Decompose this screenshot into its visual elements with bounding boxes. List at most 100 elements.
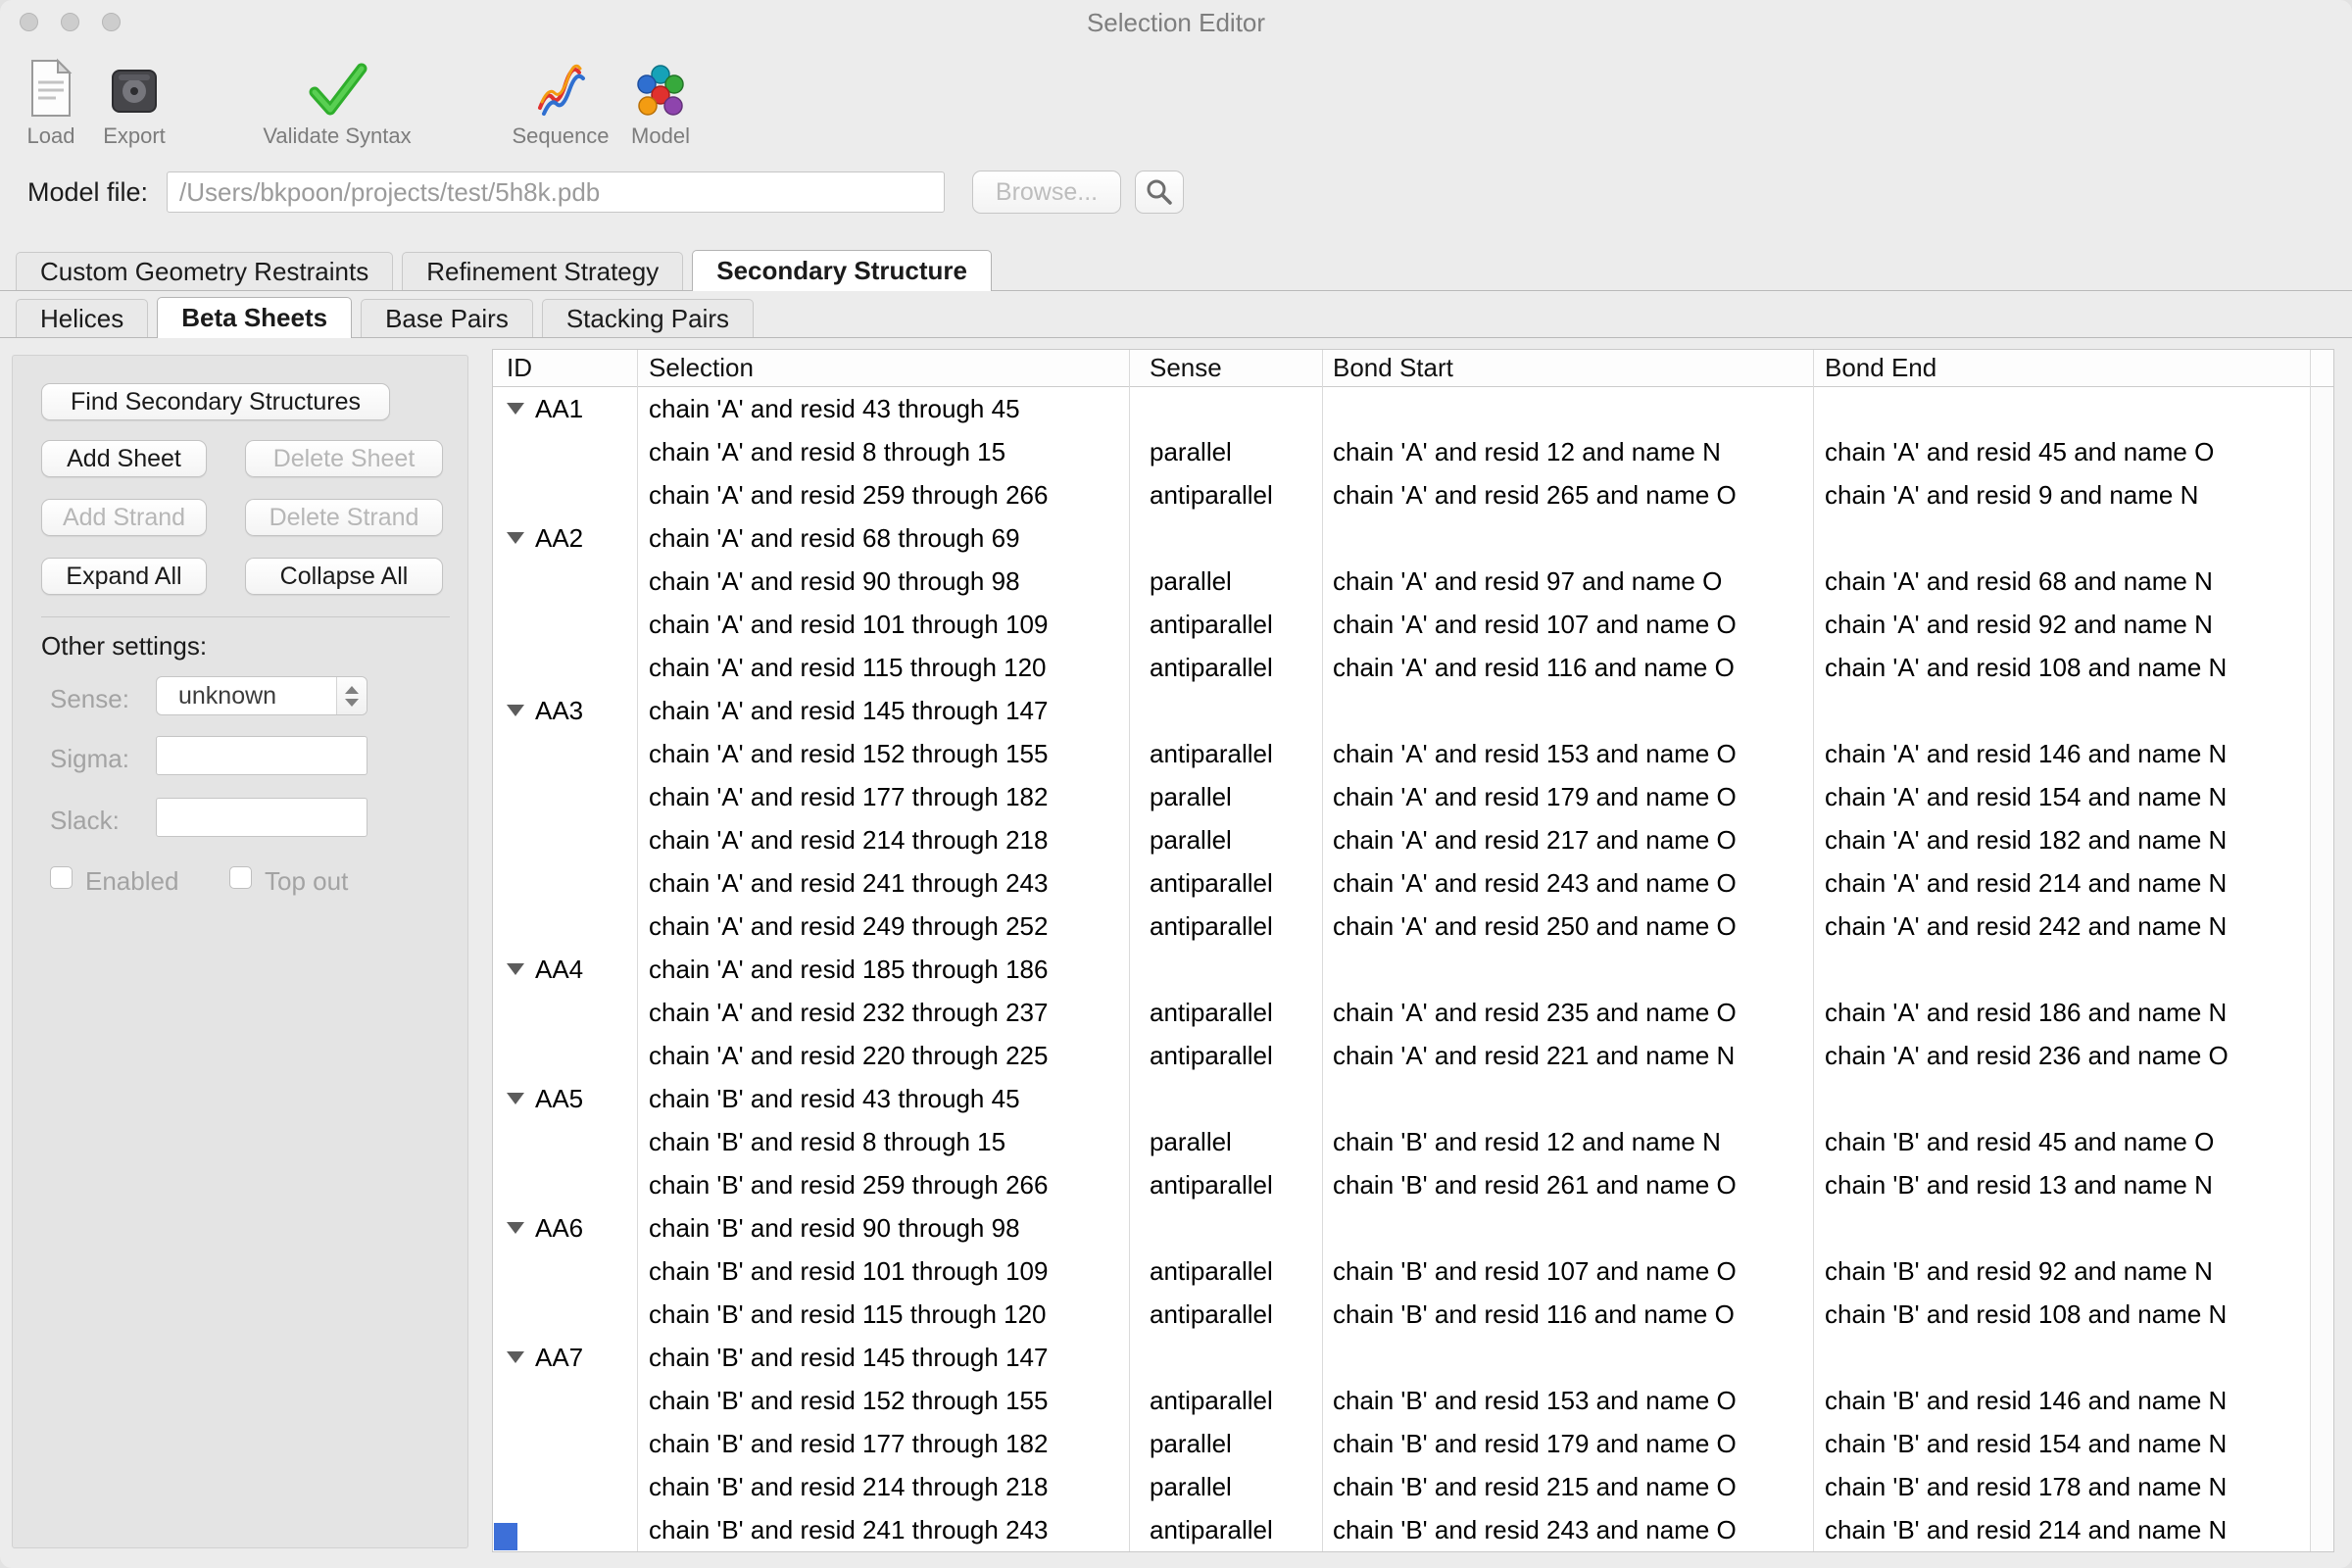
validate-syntax-button[interactable]: Validate Syntax (253, 47, 421, 149)
row-id-label: AA6 (535, 1213, 583, 1244)
cell-selection: chain 'A' and resid 220 through 225 (637, 1041, 1129, 1071)
table-row[interactable]: AA5chain 'B' and resid 43 through 45 (493, 1077, 2333, 1120)
table-row[interactable]: chain 'B' and resid 115 through 120antip… (493, 1293, 2333, 1336)
cell-bond-end: chain 'A' and resid 108 and name N (1813, 653, 2311, 683)
table-row[interactable]: AA1chain 'A' and resid 43 through 45 (493, 387, 2333, 430)
disclosure-triangle-icon[interactable] (507, 1093, 524, 1104)
column-header-selection[interactable]: Selection (637, 350, 1129, 386)
cell-selection: chain 'B' and resid 152 through 155 (637, 1386, 1129, 1416)
cell-bond-start: chain 'A' and resid 265 and name O (1322, 480, 1813, 511)
table-row[interactable]: chain 'A' and resid 177 through 182paral… (493, 775, 2333, 818)
expand-all-button[interactable]: Expand All (41, 558, 207, 595)
cell-bond-end: chain 'B' and resid 92 and name N (1813, 1256, 2311, 1287)
tab-beta-sheets[interactable]: Beta Sheets (157, 297, 352, 338)
cell-bond-start: chain 'B' and resid 153 and name O (1322, 1386, 1813, 1416)
column-header-id[interactable]: ID (493, 350, 637, 386)
browse-button[interactable]: Browse... (972, 171, 1121, 214)
model-file-input[interactable] (167, 172, 945, 213)
export-button[interactable]: Export (92, 47, 176, 149)
slack-field[interactable] (156, 798, 368, 837)
enabled-checkbox[interactable] (50, 866, 73, 889)
cell-id: AA7 (493, 1343, 637, 1373)
search-button[interactable] (1135, 171, 1184, 214)
table-row[interactable]: chain 'A' and resid 232 through 237antip… (493, 991, 2333, 1034)
cell-sense: antiparallel (1129, 653, 1322, 683)
tab-secondary-structure[interactable]: Secondary Structure (692, 250, 992, 291)
sigma-field[interactable] (156, 736, 368, 775)
model-file-label: Model file: (27, 169, 148, 216)
table-row[interactable]: AA7chain 'B' and resid 145 through 147 (493, 1336, 2333, 1379)
tab-helices[interactable]: Helices (16, 299, 148, 337)
table-row[interactable]: chain 'A' and resid 259 through 266antip… (493, 473, 2333, 516)
column-header-bond-end[interactable]: Bond End (1813, 350, 2311, 386)
table-row[interactable]: AA2chain 'A' and resid 68 through 69 (493, 516, 2333, 560)
table-row[interactable]: chain 'A' and resid 220 through 225antip… (493, 1034, 2333, 1077)
delete-sheet-button[interactable]: Delete Sheet (245, 440, 443, 477)
table-row[interactable]: chain 'A' and resid 214 through 218paral… (493, 818, 2333, 861)
table-row[interactable]: chain 'B' and resid 214 through 218paral… (493, 1465, 2333, 1508)
disclosure-triangle-icon[interactable] (507, 1351, 524, 1363)
table-row[interactable]: chain 'A' and resid 152 through 155antip… (493, 732, 2333, 775)
add-strand-button[interactable]: Add Strand (41, 499, 207, 536)
top-out-checkbox[interactable] (229, 866, 252, 889)
cell-bond-end: chain 'A' and resid 214 and name N (1813, 868, 2311, 899)
table-row[interactable]: AA4chain 'A' and resid 185 through 186 (493, 948, 2333, 991)
model-button[interactable]: Model (617, 47, 704, 149)
cell-sense: antiparallel (1129, 1170, 1322, 1200)
cell-bond-start: chain 'A' and resid 153 and name O (1322, 739, 1813, 769)
beta-sheets-table: ID Selection Sense Bond Start Bond End A… (492, 349, 2334, 1552)
table-row[interactable]: chain 'A' and resid 249 through 252antip… (493, 905, 2333, 948)
tab-custom-geometry-restraints[interactable]: Custom Geometry Restraints (16, 252, 393, 290)
column-header-bond-start[interactable]: Bond Start (1322, 350, 1813, 386)
table-row[interactable]: chain 'A' and resid 101 through 109antip… (493, 603, 2333, 646)
cell-sense: antiparallel (1129, 1299, 1322, 1330)
tab-refinement-strategy[interactable]: Refinement Strategy (402, 252, 683, 290)
dropdown-stepper-icon[interactable] (336, 677, 367, 714)
cell-bond-start: chain 'A' and resid 250 and name O (1322, 911, 1813, 942)
table-row[interactable]: chain 'B' and resid 8 through 15parallel… (493, 1120, 2333, 1163)
cell-id: AA4 (493, 955, 637, 985)
table-row[interactable]: chain 'B' and resid 101 through 109antip… (493, 1250, 2333, 1293)
sequence-button[interactable]: Sequence (508, 47, 613, 149)
vertical-scrollbar[interactable] (2310, 350, 2333, 1551)
disclosure-triangle-icon[interactable] (507, 532, 524, 544)
table-row[interactable]: AA3chain 'A' and resid 145 through 147 (493, 689, 2333, 732)
table-header: ID Selection Sense Bond Start Bond End (493, 350, 2333, 387)
sigma-label: Sigma: (50, 744, 129, 774)
cell-bond-end: chain 'A' and resid 186 and name N (1813, 998, 2311, 1028)
export-label: Export (103, 123, 166, 149)
cell-bond-end: chain 'A' and resid 9 and name N (1813, 480, 2311, 511)
cell-bond-end: chain 'A' and resid 154 and name N (1813, 782, 2311, 812)
disclosure-triangle-icon[interactable] (507, 705, 524, 716)
disclosure-triangle-icon[interactable] (507, 403, 524, 415)
table-row[interactable]: chain 'A' and resid 115 through 120antip… (493, 646, 2333, 689)
disclosure-triangle-icon[interactable] (507, 1222, 524, 1234)
table-row[interactable]: chain 'B' and resid 177 through 182paral… (493, 1422, 2333, 1465)
find-secondary-structures-button[interactable]: Find Secondary Structures (41, 383, 390, 420)
cell-selection: chain 'B' and resid 43 through 45 (637, 1084, 1129, 1114)
table-row[interactable]: chain 'B' and resid 241 through 243antip… (493, 1508, 2333, 1551)
column-header-sense[interactable]: Sense (1129, 350, 1322, 386)
tab-base-pairs[interactable]: Base Pairs (361, 299, 533, 337)
sense-dropdown[interactable]: unknown (156, 676, 368, 715)
cell-bond-end: chain 'A' and resid 146 and name N (1813, 739, 2311, 769)
table-row[interactable]: AA6chain 'B' and resid 90 through 98 (493, 1206, 2333, 1250)
collapse-all-button[interactable]: Collapse All (245, 558, 443, 595)
tab-stacking-pairs[interactable]: Stacking Pairs (542, 299, 754, 337)
column-divider (637, 350, 638, 1551)
table-row[interactable]: chain 'A' and resid 90 through 98paralle… (493, 560, 2333, 603)
table-row[interactable]: chain 'A' and resid 8 through 15parallel… (493, 430, 2333, 473)
table-row[interactable]: chain 'B' and resid 259 through 266antip… (493, 1163, 2333, 1206)
load-button[interactable]: Load (14, 47, 88, 149)
table-row[interactable]: chain 'A' and resid 241 through 243antip… (493, 861, 2333, 905)
delete-strand-button[interactable]: Delete Strand (245, 499, 443, 536)
cell-bond-start: chain 'B' and resid 179 and name O (1322, 1429, 1813, 1459)
validate-syntax-label: Validate Syntax (263, 123, 411, 149)
table-row[interactable]: chain 'B' and resid 152 through 155antip… (493, 1379, 2333, 1422)
cell-selection: chain 'B' and resid 8 through 15 (637, 1127, 1129, 1157)
cell-bond-start: chain 'A' and resid 12 and name N (1322, 437, 1813, 467)
cell-bond-start: chain 'B' and resid 243 and name O (1322, 1515, 1813, 1545)
disclosure-triangle-icon[interactable] (507, 963, 524, 975)
add-sheet-button[interactable]: Add Sheet (41, 440, 207, 477)
cell-bond-end: chain 'A' and resid 242 and name N (1813, 911, 2311, 942)
